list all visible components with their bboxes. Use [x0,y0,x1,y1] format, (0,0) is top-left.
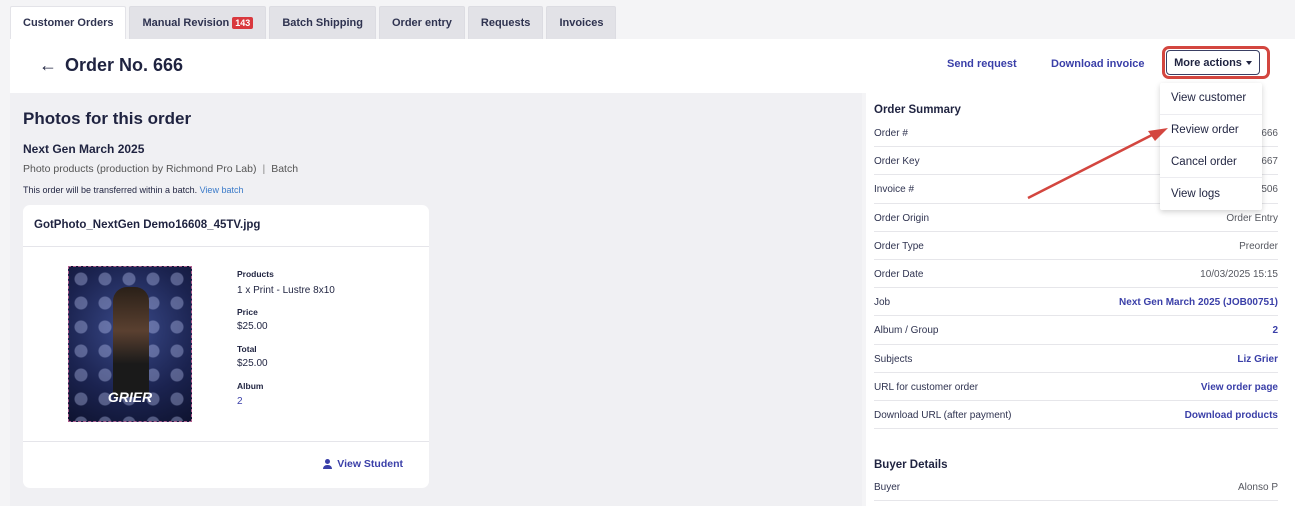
buyer-details-title: Buyer Details [874,459,948,471]
row-value: 10/03/2025 15:15 [1200,269,1278,280]
photo-filename: GotPhoto_NextGen Demo16608_45TV.jpg [34,219,261,231]
tab-label: Customer Orders [23,17,114,29]
tab-label: Requests [480,17,531,29]
album-group-link[interactable]: 2 [1272,325,1278,336]
row-label: Order Origin [874,212,930,224]
row-value: Order Entry [1226,212,1278,224]
menu-item-cancel-order[interactable]: Cancel order [1160,147,1262,179]
row-label: Download URL (after payment) [874,410,1012,421]
product-line-text: Photo products (production by Richmond P… [23,163,257,175]
view-batch-link[interactable]: View batch [200,185,244,195]
summary-row: Download URL (after payment) Download pro… [874,401,1278,430]
send-request-button[interactable]: Send request [947,58,1017,70]
menu-item-review-order[interactable]: Review order [1160,115,1262,147]
separator: | [262,163,266,175]
photo-name-text: GRIER [107,389,153,405]
price-value: $25.00 [237,321,268,332]
row-label: URL for customer order [874,381,979,393]
tab-bar: Customer Orders Manual Revision 143 Batch… [10,6,617,39]
menu-item-view-customer[interactable]: View customer [1160,83,1262,115]
tab-manual-revision[interactable]: Manual Revision 143 [129,6,267,39]
tab-batch-shipping[interactable]: Batch Shipping [269,6,376,39]
row-label: Album / Group [874,325,939,337]
divider [23,246,429,247]
row-label: Buyer [874,482,901,493]
tab-label: Batch Shipping [282,17,363,29]
tab-customer-orders[interactable]: Customer Orders [10,6,127,39]
subject-link[interactable]: Liz Grier [1237,354,1278,365]
row-value: Preorder [1239,240,1278,252]
batch-note: This order will be transferred within a … [23,185,243,195]
row-label: Invoice # [874,184,915,196]
album-link[interactable]: 2 [237,396,243,407]
view-order-page-link[interactable]: View order page [1201,382,1278,393]
person-icon [323,459,333,469]
row-label: Job [874,297,891,309]
photo-thumbnail[interactable]: GRIER [68,266,192,422]
tab-label: Invoices [559,17,604,29]
tab-label: Order entry [391,17,452,29]
photo-subject [113,287,149,397]
view-student-label: View Student [337,458,403,470]
album-label: Album [237,381,264,391]
photos-panel: Photos for this order Next Gen March 202… [10,93,862,506]
tab-order-entry[interactable]: Order entry [378,6,465,39]
row-label: Order Date [874,269,924,280]
summary-row: Order Type Preorder [874,232,1278,260]
row-value: 506 [1261,184,1278,196]
price-label: Price [237,307,258,317]
tab-invoices[interactable]: Invoices [546,6,617,39]
back-arrow-icon[interactable]: ← [39,54,57,76]
job-link[interactable]: Next Gen March 2025 (JOB00751) [1119,297,1278,308]
row-label: Order Type [874,240,924,252]
tab-requests[interactable]: Requests [467,6,544,39]
tab-label: Manual Revision [142,17,230,29]
download-invoice-button[interactable]: Download invoice [1051,58,1145,70]
row-value: Alonso P [1237,482,1278,493]
photo-card: GotPhoto_NextGen Demo16608_45TV.jpg GRIE… [23,205,429,488]
order-header: ← Order No. 666 Send request Download in… [10,39,1295,93]
page-title: Order No. 666 [65,55,184,75]
summary-row: Buyer Alonso P [874,473,1278,502]
summary-row: Subjects Liz Grier [874,345,1278,373]
products-value: 1 x Print - Lustre 8x10 [237,285,335,296]
row-value: 666 [1261,128,1278,139]
product-type: Batch [271,163,299,175]
batch-note-text: This order will be transferred within a … [23,185,198,195]
order-summary-title: Order Summary [874,104,961,116]
download-products-link[interactable]: Download products [1185,410,1278,421]
summary-row: Job Next Gen March 2025 (JOB00751) [874,288,1278,317]
photos-heading: Photos for this order [23,109,192,128]
row-label: Subjects [874,353,913,365]
more-actions-menu: View customer Review order Cancel order … [1160,83,1262,210]
summary-row: Album / Group 2 [874,316,1278,345]
view-student-button[interactable]: View Student [323,458,403,470]
summary-row: Order Date 10/03/2025 15:15 [874,260,1278,289]
products-label: Products [237,269,274,279]
menu-item-view-logs[interactable]: View logs [1160,178,1262,210]
row-label: Order # [874,128,908,139]
row-value: 667 [1261,156,1278,168]
annotation-highlight-box [1162,46,1270,79]
divider [23,441,429,442]
summary-row: URL for customer order View order page [874,373,1278,401]
row-label: Order Key [874,156,920,168]
count-badge: 143 [232,17,254,29]
job-name: Next Gen March 2025 [23,142,145,156]
total-value: $25.00 [237,358,268,369]
total-label: Total [237,344,257,354]
product-line: Photo products (production by Richmond P… [23,163,298,175]
